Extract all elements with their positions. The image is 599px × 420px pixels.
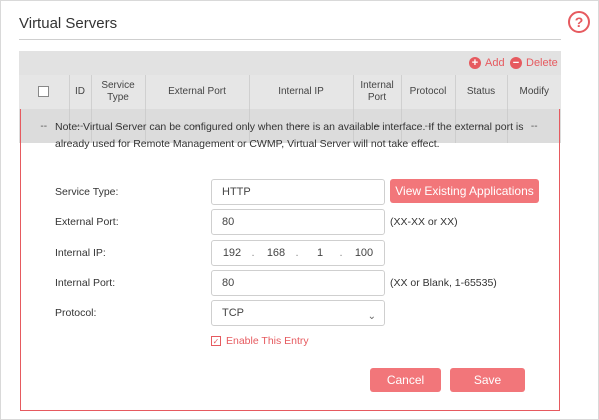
- ip-separator: .: [295, 247, 299, 259]
- internal-port-input[interactable]: 80: [211, 270, 385, 296]
- header-external-port: External Port: [145, 75, 250, 109]
- ip-octet-3[interactable]: 1: [304, 241, 336, 265]
- add-button[interactable]: + Add: [469, 54, 505, 72]
- external-port-label: External Port:: [55, 216, 119, 228]
- ip-separator: .: [339, 247, 343, 259]
- table-header-row: ID Service Type External Port Internal I…: [19, 75, 561, 109]
- header-modify: Modify: [507, 75, 561, 109]
- header-internal-port: Internal Port: [353, 75, 402, 109]
- ip-separator: .: [251, 247, 255, 259]
- cancel-button[interactable]: Cancel: [370, 368, 441, 392]
- internal-ip-label: Internal IP:: [55, 247, 106, 259]
- header-service-type: Service Type: [91, 75, 146, 109]
- title-divider: [19, 39, 561, 40]
- header-status: Status: [455, 75, 508, 109]
- config-note: Note: Virtual Server can be configured o…: [55, 121, 524, 150]
- external-port-hint: (XX-XX or XX): [390, 216, 458, 228]
- chevron-down-icon: ⌄: [367, 311, 376, 322]
- enable-entry-label: Enable This Entry: [226, 335, 309, 347]
- view-existing-applications-button[interactable]: View Existing Applications: [390, 179, 539, 203]
- minus-circle-icon: −: [510, 57, 522, 69]
- protocol-select[interactable]: TCP ⌄: [211, 300, 385, 326]
- table-toolbar: + Add − Delete: [19, 51, 561, 75]
- internal-port-label: Internal Port:: [55, 277, 116, 289]
- internal-port-hint: (XX or Blank, 1-65535): [390, 277, 497, 289]
- help-icon[interactable]: ?: [568, 11, 590, 33]
- save-button[interactable]: Save: [450, 368, 525, 392]
- internal-ip-field: 192 . 168 . 1 . 100: [211, 240, 385, 266]
- protocol-label: Protocol:: [55, 307, 97, 319]
- header-id: ID: [69, 75, 92, 109]
- ip-octet-1[interactable]: 192: [216, 241, 248, 265]
- add-label: Add: [485, 57, 505, 69]
- ip-octet-2[interactable]: 168: [260, 241, 292, 265]
- checkbox-checked-icon: ✓: [211, 336, 221, 346]
- entry-editor: Note: Virtual Server can be configured o…: [20, 109, 560, 411]
- enable-entry-checkbox[interactable]: ✓ Enable This Entry: [211, 335, 309, 347]
- delete-button[interactable]: − Delete: [510, 54, 558, 72]
- delete-label: Delete: [526, 57, 558, 69]
- select-all-checkbox[interactable]: [38, 85, 50, 97]
- plus-circle-icon: +: [469, 57, 481, 69]
- header-internal-ip: Internal IP: [249, 75, 354, 109]
- service-type-label: Service Type:: [55, 186, 119, 198]
- section-title: Virtual Servers: [19, 15, 118, 32]
- protocol-value: TCP: [222, 307, 244, 319]
- header-protocol: Protocol: [401, 75, 456, 109]
- external-port-input[interactable]: 80: [211, 209, 385, 235]
- service-type-input[interactable]: HTTP: [211, 179, 385, 205]
- ip-octet-4[interactable]: 100: [348, 241, 380, 265]
- header-select-all[interactable]: [19, 75, 70, 109]
- virtual-servers-panel: Virtual Servers ? + Add − Delete ID Serv…: [0, 0, 599, 420]
